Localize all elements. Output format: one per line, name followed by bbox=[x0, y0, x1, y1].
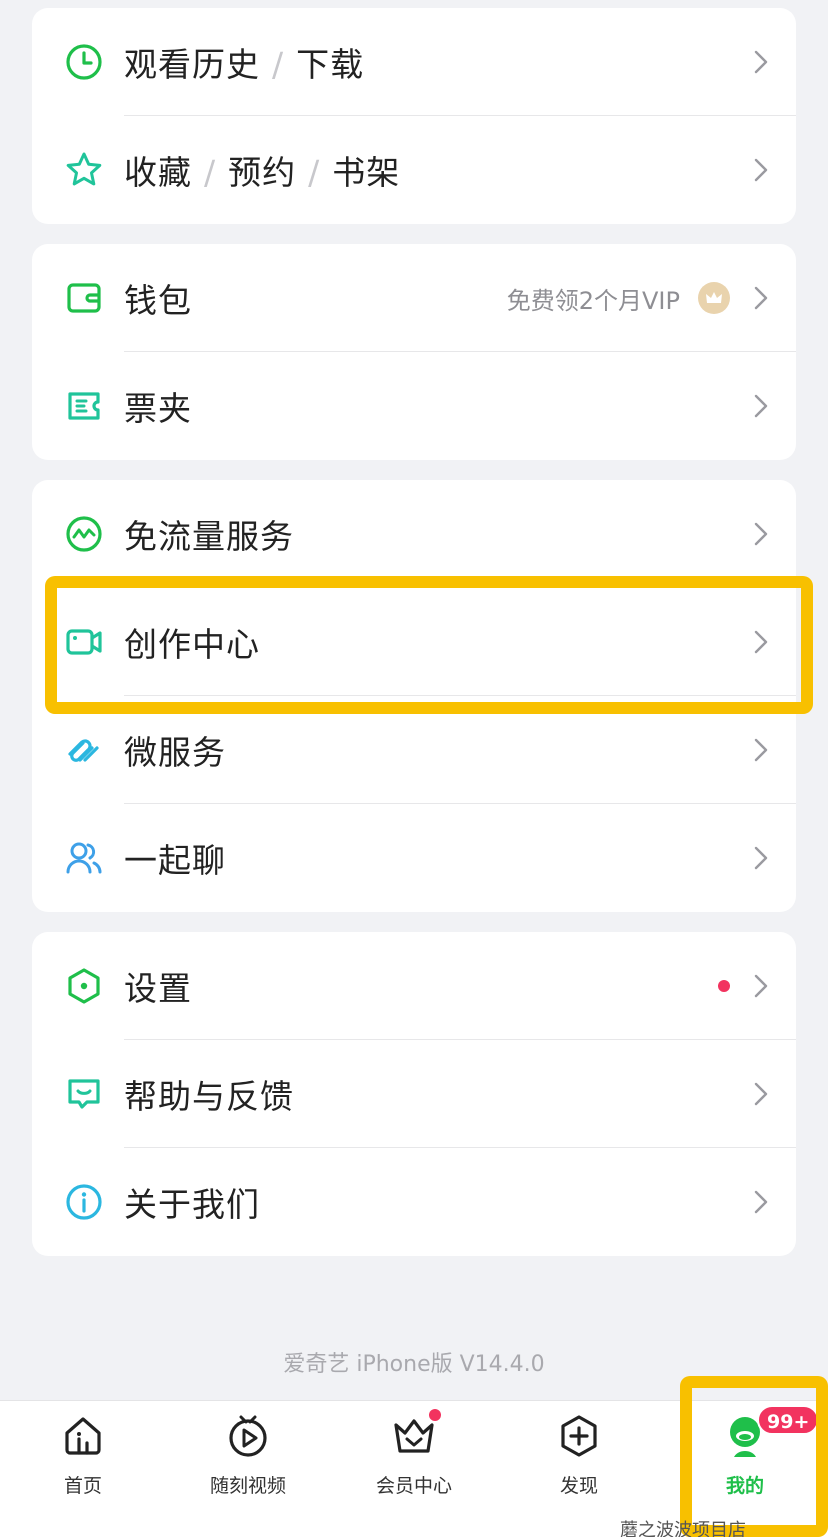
micro-service-label: 微服务 bbox=[124, 733, 226, 772]
chevron-right-icon bbox=[754, 1190, 768, 1214]
settings-card: 设置 帮助与反馈 关于我们 bbox=[32, 932, 796, 1256]
clock-icon bbox=[64, 42, 104, 82]
traffic-free-label: 免流量服务 bbox=[124, 517, 294, 556]
chevron-right-icon bbox=[754, 974, 768, 998]
app-version: 爱奇艺 iPhone版 V14.4.0 bbox=[283, 1352, 545, 1377]
chevron-right-icon bbox=[754, 1082, 768, 1106]
tab-home-label: 首页 bbox=[63, 1475, 102, 1497]
tab-vip-center[interactable]: 会员中心 bbox=[349, 1409, 479, 1513]
settings-row[interactable]: 设置 bbox=[32, 932, 796, 1040]
tab-home[interactable]: 首页 bbox=[18, 1413, 148, 1513]
chevron-right-icon bbox=[754, 286, 768, 310]
favorites-label: 收藏 / 预约 / 书架 bbox=[124, 153, 401, 192]
help-feedback-row[interactable]: 帮助与反馈 bbox=[32, 1040, 796, 1148]
crown-badge-icon bbox=[698, 282, 730, 314]
crown-basket-icon bbox=[391, 1409, 441, 1459]
people-icon bbox=[64, 838, 104, 878]
chevron-right-icon bbox=[754, 522, 768, 546]
message-count-badge: 99+ bbox=[757, 1405, 820, 1435]
info-icon bbox=[64, 1182, 104, 1222]
star-icon bbox=[64, 150, 104, 190]
wallet-label: 钱包 bbox=[124, 281, 192, 320]
notification-dot bbox=[718, 980, 730, 992]
about-us-label: 关于我们 bbox=[124, 1185, 260, 1224]
ticket-row[interactable]: 票夹 bbox=[32, 352, 796, 460]
help-feedback-label: 帮助与反馈 bbox=[124, 1077, 294, 1116]
chat-together-row[interactable]: 一起聊 bbox=[32, 804, 796, 912]
wallet-row[interactable]: 钱包 免费领2个月VIP bbox=[32, 244, 796, 352]
creator-center-row[interactable]: 创作中心 bbox=[32, 588, 796, 696]
tab-short-video-label: 随刻视频 bbox=[209, 1475, 286, 1497]
creator-center-label: 创作中心 bbox=[124, 625, 260, 664]
chevron-right-icon bbox=[754, 158, 768, 182]
tab-vip-center-label: 会员中心 bbox=[375, 1475, 452, 1497]
services-card: 免流量服务 创作中心 微服务 一起聊 bbox=[32, 480, 796, 912]
favorites-row[interactable]: 收藏 / 预约 / 书架 bbox=[32, 116, 796, 224]
ticket-icon bbox=[64, 386, 104, 426]
tab-mine-label: 我的 bbox=[725, 1475, 764, 1497]
wallet-card: 钱包 免费领2个月VIP 票夹 bbox=[32, 244, 796, 460]
tab-short-video[interactable]: 随刻视频 bbox=[183, 1413, 313, 1513]
chevron-right-icon bbox=[754, 846, 768, 870]
settings-label: 设置 bbox=[124, 969, 192, 1008]
home-icon bbox=[60, 1413, 106, 1459]
wallet-icon bbox=[64, 278, 104, 318]
chevron-right-icon bbox=[754, 738, 768, 762]
feedback-chat-icon bbox=[64, 1074, 104, 1114]
ticket-label: 票夹 bbox=[124, 389, 192, 428]
traffic-free-icon bbox=[64, 514, 104, 554]
history-download-row[interactable]: 观看历史 / 下载 bbox=[32, 8, 796, 116]
play-circle-icon bbox=[225, 1413, 271, 1459]
chevron-right-icon bbox=[754, 50, 768, 74]
tab-notification-dot bbox=[429, 1409, 441, 1421]
plus-hexagon-icon bbox=[556, 1413, 602, 1459]
history-card: 观看历史 / 下载 收藏 / 预约 / 书架 bbox=[32, 8, 796, 224]
about-us-row[interactable]: 关于我们 bbox=[32, 1148, 796, 1256]
traffic-free-row[interactable]: 免流量服务 bbox=[32, 480, 796, 588]
history-download-label: 观看历史 / 下载 bbox=[124, 45, 365, 84]
chevron-right-icon bbox=[754, 630, 768, 654]
link-icon bbox=[64, 730, 104, 770]
chevron-right-icon bbox=[754, 394, 768, 418]
chat-together-label: 一起聊 bbox=[124, 841, 226, 880]
tab-discover[interactable]: 发现 bbox=[514, 1413, 644, 1513]
micro-service-row[interactable]: 微服务 bbox=[32, 696, 796, 804]
watermark: 蘑之波波项目店 bbox=[620, 1520, 746, 1537]
hexagon-settings-icon bbox=[64, 966, 104, 1006]
wallet-vip-hint: 免费领2个月VIP bbox=[506, 286, 680, 315]
video-camera-icon bbox=[64, 622, 104, 662]
tab-discover-label: 发现 bbox=[559, 1475, 598, 1497]
